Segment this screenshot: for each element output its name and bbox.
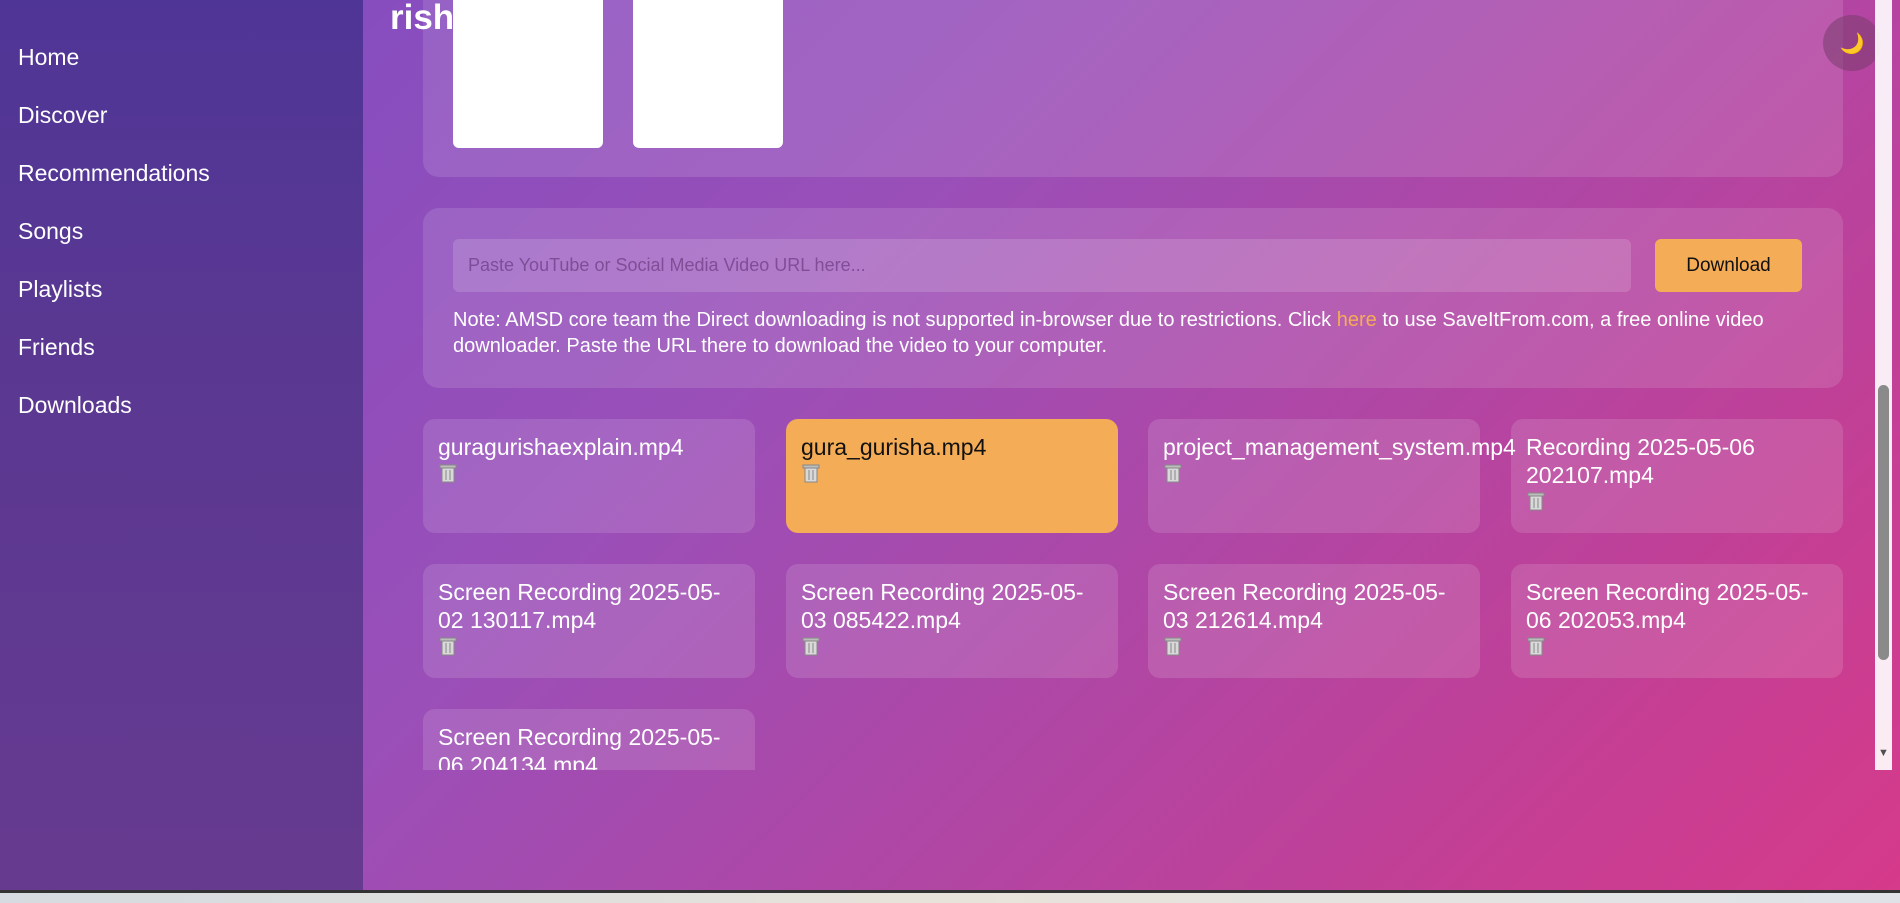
scrollbar-thumb[interactable] [1878,385,1889,660]
video-card[interactable]: Screen Recording 2025-05-03 085422.mp4 [786,564,1118,678]
video-card-title: Screen Recording 2025-05-06 204134.mp4 [438,724,721,770]
video-card[interactable]: Screen Recording 2025-05-02 130117.mp4 [423,564,755,678]
video-card-title: Screen Recording 2025-05-03 085422.mp4 [801,579,1084,633]
video-card-title: Recording 2025-05-06 202107.mp4 [1526,434,1755,488]
trash-icon[interactable] [438,635,458,657]
trash-icon[interactable] [1163,462,1183,484]
video-card-active[interactable]: gura_gurisha.mp4 [786,419,1118,533]
trash-icon[interactable] [1163,635,1183,657]
video-card[interactable]: project_management_system.mp4 [1148,419,1516,533]
video-card-title: Screen Recording 2025-05-06 202053.mp4 [1526,579,1809,633]
video-card-title: guragurishaexplain.mp4 [438,434,684,460]
video-card[interactable]: guragurishaexplain.mp4 [423,419,755,533]
window-bottom-edge [0,890,1900,903]
trash-icon[interactable] [801,635,821,657]
video-card-title: gura_gurisha.mp4 [801,434,987,460]
video-card[interactable]: Screen Recording 2025-05-03 212614.mp4 [1148,564,1480,678]
trash-icon[interactable] [438,462,458,484]
trash-icon[interactable] [1526,635,1546,657]
trash-icon[interactable] [801,462,821,484]
theme-toggle-button[interactable]: 🌙 [1823,15,1881,71]
video-card-title: project_management_system.mp4 [1163,434,1516,460]
app-window: Home Discover Recommendations Songs Play… [0,0,1900,890]
trash-icon[interactable] [1526,490,1546,512]
scroll-down-arrow-icon[interactable]: ▼ [1877,746,1890,760]
scrollbar[interactable]: ▼ [1875,0,1892,770]
moon-icon: 🌙 [1839,32,1865,55]
video-grid: guragurishaexplain.mp4 gura_gurisha.mp4 … [0,0,1875,770]
video-card[interactable]: Screen Recording 2025-05-06 204134.mp4 [423,709,755,770]
video-card[interactable]: Recording 2025-05-06 202107.mp4 [1511,419,1843,533]
video-card[interactable]: Screen Recording 2025-05-06 202053.mp4 [1511,564,1843,678]
video-card-title: Screen Recording 2025-05-02 130117.mp4 [438,579,721,633]
video-card-title: Screen Recording 2025-05-03 212614.mp4 [1163,579,1446,633]
